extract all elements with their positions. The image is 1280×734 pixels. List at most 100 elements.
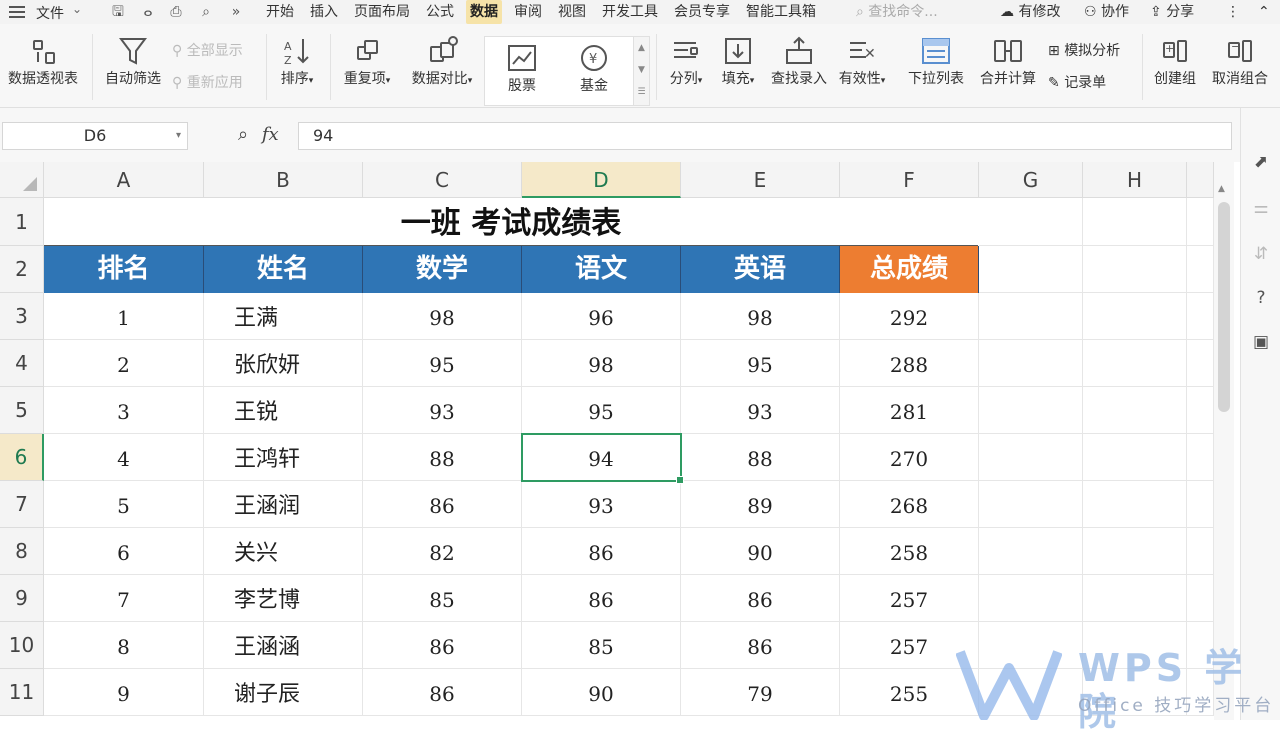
cell-overflow[interactable] <box>1187 198 1214 246</box>
scroll-up-icon[interactable]: ▲ <box>634 37 649 59</box>
consolidate-button[interactable]: 合并计算 <box>976 36 1040 88</box>
column-header-h[interactable]: H <box>1083 162 1187 198</box>
row-header-4[interactable]: 4 <box>0 340 44 387</box>
table-cell[interactable]: 86 <box>681 622 840 669</box>
tab-5[interactable]: 审阅 <box>510 0 546 24</box>
row-header-8[interactable]: 8 <box>0 528 44 575</box>
table-cell[interactable]: 2 <box>44 340 204 387</box>
formula-input[interactable]: 94 <box>298 122 1232 150</box>
name-box[interactable]: D6 ▾ <box>2 122 188 150</box>
chevron-down-icon[interactable]: ⌄ <box>72 2 82 16</box>
row-header-7[interactable]: 7 <box>0 481 44 528</box>
table-cell[interactable]: 张欣妍 <box>204 340 363 387</box>
table-cell[interactable]: 82 <box>363 528 522 575</box>
record-form-button[interactable]: ✎ 记录单 <box>1048 74 1106 92</box>
fx-icon[interactable]: fx <box>262 124 279 145</box>
cell-overflow[interactable] <box>1187 481 1214 528</box>
row-header-11[interactable]: 11 <box>0 669 44 716</box>
table-cell[interactable]: 95 <box>522 387 681 434</box>
stock-button[interactable]: 股票 <box>503 43 541 95</box>
tab-0[interactable]: 开始 <box>262 0 298 24</box>
table-cell[interactable]: 268 <box>840 481 979 528</box>
cell-overflow[interactable] <box>1187 575 1214 622</box>
table-cell[interactable]: 89 <box>681 481 840 528</box>
sort-button[interactable]: AZ 排序▾ <box>276 36 318 90</box>
table-cell[interactable]: 9 <box>44 669 204 716</box>
cell-h2[interactable] <box>1083 246 1187 293</box>
search-command[interactable]: ⌕ 查找命令... <box>856 2 938 22</box>
table-cell[interactable]: 93 <box>522 481 681 528</box>
cell-h9[interactable] <box>1083 575 1187 622</box>
table-cell[interactable]: 270 <box>840 434 979 481</box>
table-cell[interactable]: 90 <box>681 528 840 575</box>
print-icon[interactable]: ⎙ <box>166 2 186 22</box>
column-header-e[interactable]: E <box>681 162 840 198</box>
row-header-10[interactable]: 10 <box>0 622 44 669</box>
table-cell[interactable]: 86 <box>522 575 681 622</box>
table-cell[interactable]: 李艺博 <box>204 575 363 622</box>
cell-overflow[interactable] <box>1187 434 1214 481</box>
table-cell[interactable]: 3 <box>44 387 204 434</box>
table-cell[interactable]: 谢子辰 <box>204 669 363 716</box>
scroll-up-icon[interactable]: ▲ <box>1218 184 1225 194</box>
show-all-button[interactable]: ⚲ 全部显示 <box>172 42 243 60</box>
cursor-select-icon[interactable]: ⬈ <box>1251 152 1271 172</box>
table-cell[interactable]: 281 <box>840 387 979 434</box>
cell-h1[interactable] <box>1083 198 1187 246</box>
cell-g8[interactable] <box>979 528 1083 575</box>
column-header-f[interactable]: F <box>840 162 979 198</box>
table-cell[interactable]: 86 <box>363 669 522 716</box>
table-cell[interactable]: 292 <box>840 293 979 340</box>
table-cell[interactable]: 王满 <box>204 293 363 340</box>
table-header-2[interactable]: 数学 <box>363 246 522 293</box>
table-cell[interactable]: 257 <box>840 575 979 622</box>
cell-h4[interactable] <box>1083 340 1187 387</box>
row-header-9[interactable]: 9 <box>0 575 44 622</box>
fund-button[interactable]: ¥ 基金 <box>575 43 613 95</box>
table-cell[interactable]: 5 <box>44 481 204 528</box>
table-header-1[interactable]: 姓名 <box>204 246 363 293</box>
column-header-g[interactable]: G <box>979 162 1083 198</box>
table-cell[interactable]: 96 <box>522 293 681 340</box>
expand-gallery-icon[interactable]: ☰ <box>634 81 649 103</box>
cell-g2[interactable] <box>979 246 1083 293</box>
table-cell[interactable]: 88 <box>681 434 840 481</box>
tab-1[interactable]: 插入 <box>306 0 342 24</box>
tab-8[interactable]: 会员专享 <box>670 0 734 24</box>
table-cell[interactable]: 86 <box>522 528 681 575</box>
help-icon[interactable]: ? <box>1251 288 1271 308</box>
table-cell[interactable]: 王涵涵 <box>204 622 363 669</box>
table-cell[interactable]: 98 <box>522 340 681 387</box>
table-cell[interactable]: 95 <box>363 340 522 387</box>
vertical-scrollbar[interactable]: ▲ <box>1214 162 1234 720</box>
duplicates-button[interactable]: 重复项▾ <box>338 36 396 90</box>
adjust-icon[interactable]: ⚌ <box>1251 198 1271 218</box>
table-cell[interactable]: 258 <box>840 528 979 575</box>
row-header-6[interactable]: 6 <box>0 434 44 481</box>
column-header-d[interactable]: D <box>522 162 681 198</box>
table-cell[interactable]: 90 <box>522 669 681 716</box>
file-menu[interactable]: 文件 <box>36 3 64 23</box>
validity-button[interactable]: ✕ 有效性▾ <box>838 36 886 90</box>
cell-g3[interactable] <box>979 293 1083 340</box>
row-header-1[interactable]: 1 <box>0 198 44 246</box>
table-cell[interactable]: 7 <box>44 575 204 622</box>
table-cell[interactable]: 288 <box>840 340 979 387</box>
collapse-ribbon-icon[interactable]: ⌃ <box>1258 2 1270 22</box>
cell-h8[interactable] <box>1083 528 1187 575</box>
table-cell[interactable]: 85 <box>522 622 681 669</box>
tab-9[interactable]: 智能工具箱 <box>742 0 820 24</box>
column-header-a[interactable]: A <box>44 162 204 198</box>
cell-h6[interactable] <box>1083 434 1187 481</box>
scroll-down-icon[interactable]: ▼ <box>634 59 649 81</box>
cell-h7[interactable] <box>1083 481 1187 528</box>
table-cell[interactable]: 86 <box>681 575 840 622</box>
active-cell-selection[interactable] <box>521 433 684 484</box>
chevron-down-icon[interactable]: ▾ <box>176 123 181 149</box>
hamburger-menu-icon[interactable] <box>8 3 26 21</box>
table-header-5[interactable]: 总成绩 <box>840 246 979 293</box>
create-group-button[interactable]: + 创建组 <box>1150 36 1200 88</box>
fill-button[interactable]: 填充▾ <box>716 36 760 90</box>
cell-g1[interactable] <box>979 198 1083 246</box>
collaborate-button[interactable]: ⚇ 协作 <box>1084 2 1129 22</box>
